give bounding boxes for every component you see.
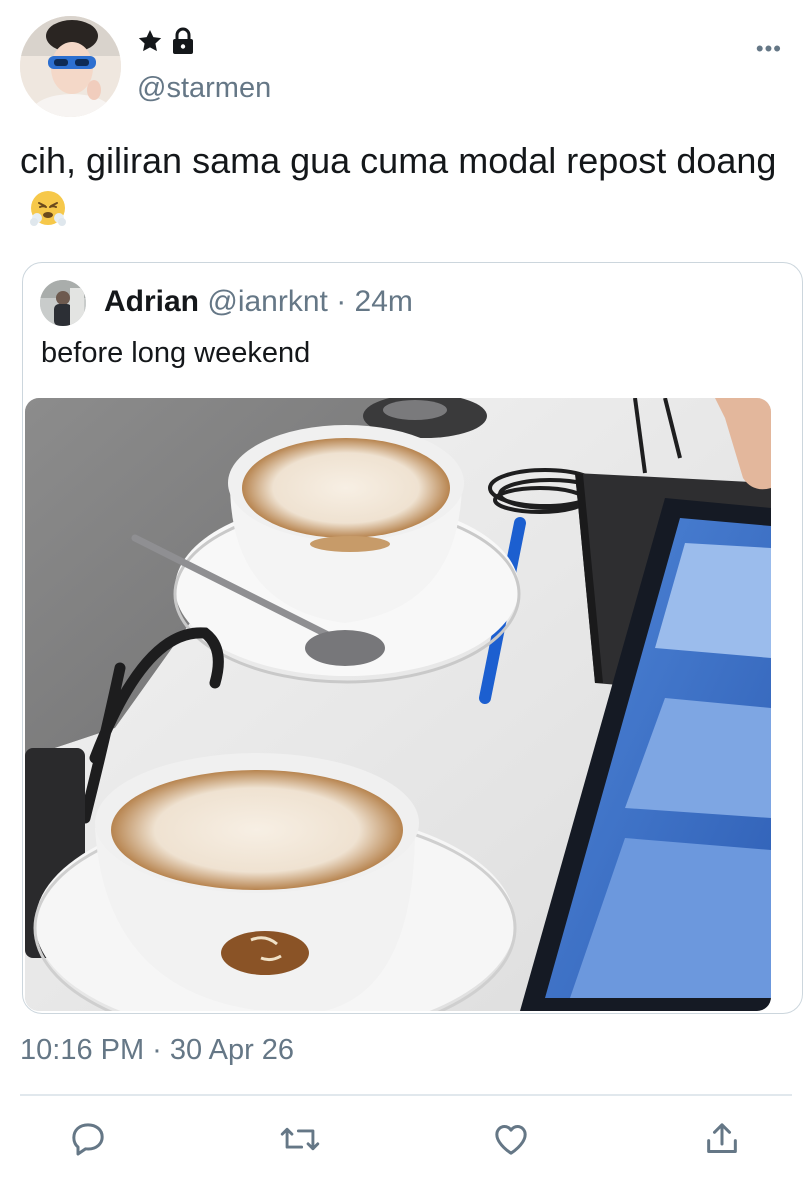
tweet-text-content: cih, giliran sama gua cuma modal repost … (20, 140, 777, 181)
author-avatar[interactable] (20, 16, 121, 117)
tweet-timestamp: 10:16 PM · 30 Apr 26 (20, 1034, 295, 1066)
quoted-author-name[interactable]: Adrian (104, 285, 199, 318)
quoted-tweet-photo[interactable] (25, 398, 771, 1011)
star-icon (137, 28, 163, 54)
reply-icon[interactable] (64, 1114, 112, 1164)
face-with-steam-from-nose-icon (28, 188, 68, 240)
quoted-tweet-header: Adrian @ianrknt · 24m (104, 285, 413, 319)
lock-icon (171, 27, 195, 55)
like-icon[interactable] (487, 1114, 535, 1164)
quoted-separator: · (336, 285, 347, 318)
quoted-age: 24m (354, 285, 413, 318)
tweet-text: cih, giliran sama gua cuma modal repost … (20, 136, 800, 240)
more-options-icon[interactable]: ••• (756, 36, 782, 62)
share-icon[interactable] (698, 1114, 746, 1164)
author-badges (137, 26, 195, 56)
quoted-tweet-text: before long weekend (41, 337, 311, 369)
quoted-tweet-card[interactable]: Adrian @ianrknt · 24m before long weeken… (22, 262, 803, 1014)
quoted-author-handle[interactable]: @ianrknt (207, 285, 328, 318)
divider (20, 1094, 792, 1096)
author-handle[interactable]: @starmen (137, 72, 271, 105)
quoted-author-avatar[interactable] (40, 280, 86, 326)
retweet-icon[interactable] (276, 1114, 324, 1164)
action-bar (0, 1114, 810, 1170)
